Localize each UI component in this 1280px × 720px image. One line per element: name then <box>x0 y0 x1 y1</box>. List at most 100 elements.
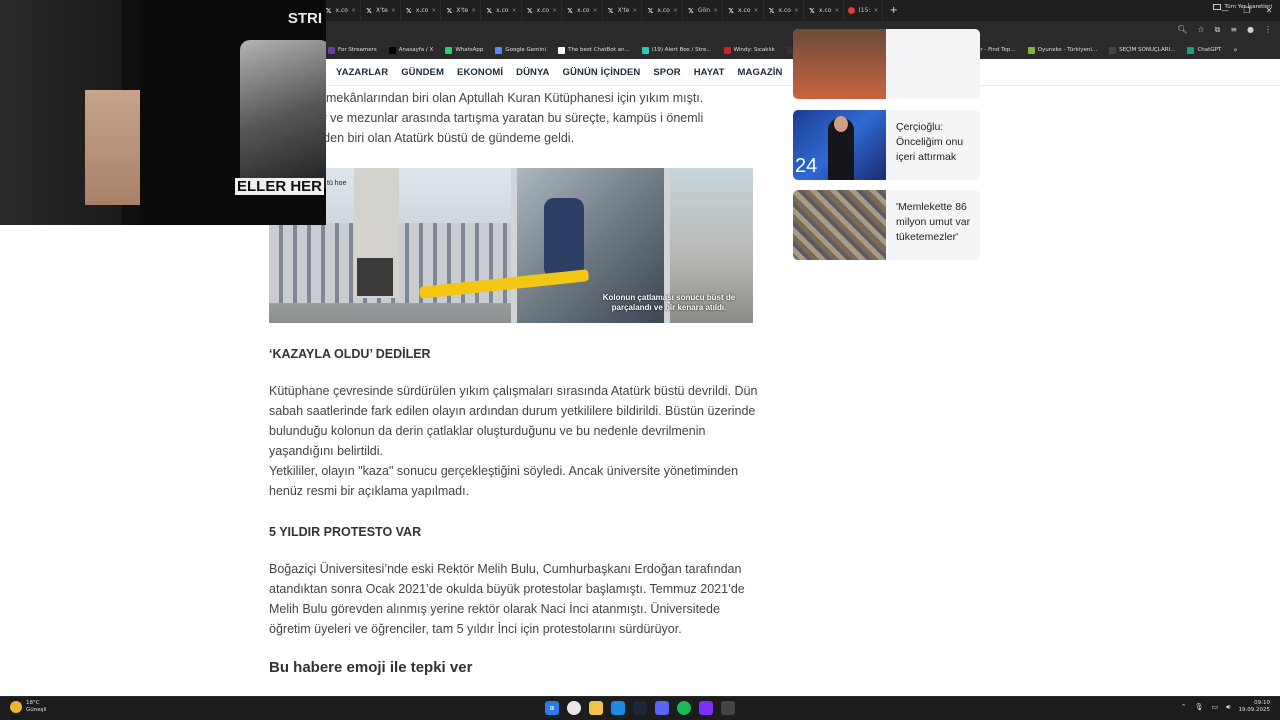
bookmark-favicon-icon <box>445 46 453 54</box>
close-tab-icon[interactable]: × <box>753 7 758 14</box>
sidebar-news-card[interactable]: 'Memlekette 86 milyon umut var tüketemez… <box>793 190 980 260</box>
browser-tab[interactable]: 𝕏x.co× <box>642 0 683 21</box>
close-tab-icon[interactable]: × <box>713 7 718 14</box>
close-tab-icon[interactable]: × <box>834 7 839 14</box>
browser-tab[interactable]: 𝕏x.co× <box>321 0 362 21</box>
bookmark-label: Anasayfa / X <box>398 47 434 53</box>
nav-item[interactable]: EKONOMİ <box>457 67 503 78</box>
bookmark-favicon-icon <box>328 46 335 54</box>
recording-app-icon[interactable] <box>721 701 735 715</box>
close-tab-icon[interactable]: × <box>431 7 436 14</box>
profile-icon[interactable]: ● <box>1247 25 1254 35</box>
browser-tab[interactable]: 𝕏x.co× <box>804 0 845 21</box>
nav-item[interactable]: GÜNÜN İÇİNDEN <box>563 67 641 78</box>
tab-label: X'te <box>376 7 388 14</box>
bookmark-label: Windy: Sıcaklık <box>733 47 775 53</box>
browser-tab[interactable]: 𝕏x.co× <box>481 0 522 21</box>
star-icon[interactable]: ☆ <box>1197 25 1204 35</box>
browser-tab[interactable]: 𝕏x.co× <box>723 0 764 21</box>
extensions-icon[interactable]: ⧉ <box>1215 25 1221 35</box>
tab-label: x.co <box>818 7 832 14</box>
chevron-up-icon[interactable]: ⌃ <box>1181 703 1187 711</box>
webcam-overlay: STRI ELLER HER <box>0 0 326 225</box>
browser-tab[interactable]: 𝕏 X'te × <box>441 0 482 21</box>
zoom-icon[interactable]: 🔍︎ <box>1177 25 1187 35</box>
bookmark-favicon-icon <box>495 46 503 54</box>
clock[interactable]: 09:10 19.09.2025 <box>1239 700 1271 714</box>
close-tab-icon[interactable]: × <box>873 7 878 14</box>
channel-logo: 24 <box>795 155 818 177</box>
menu-icon[interactable]: ⋮ <box>1264 25 1272 35</box>
close-tab-icon[interactable]: × <box>512 7 517 14</box>
bookmark-item[interactable]: ChatGPT <box>1187 46 1221 54</box>
nav-item[interactable]: SPOR <box>653 67 680 78</box>
bookmark-item[interactable]: Anasayfa / X <box>388 46 434 54</box>
article-body: nin simge mekânlarından biri olan Aptull… <box>269 86 759 676</box>
browser-tab[interactable]: 𝕏Gön× <box>683 0 724 21</box>
start-icon[interactable]: ⊞ <box>545 701 559 715</box>
nav-item[interactable]: MAGAZİN <box>737 67 782 78</box>
close-tab-icon[interactable]: × <box>471 7 476 14</box>
nav-item[interactable]: GÜNDEM <box>401 67 444 78</box>
discord-icon[interactable] <box>655 701 669 715</box>
browser-tab[interactable]: (15: × <box>844 0 884 21</box>
bookmark-favicon-icon <box>1187 46 1195 54</box>
nav-item[interactable]: YAZARLAR <box>336 67 388 78</box>
display-icon[interactable]: ▭ <box>1211 703 1218 711</box>
nav-item[interactable]: HAYAT <box>694 67 725 78</box>
news-thumbnail <box>793 190 886 260</box>
bookmark-item[interactable]: Google Gemini <box>495 46 546 54</box>
sidebar-news-card[interactable]: 24 Çerçioğlu: Önceliğim onu içeri attırm… <box>793 110 980 180</box>
nav-item[interactable]: DÜNYA <box>516 67 549 78</box>
bookmark-item[interactable]: WhatsApp <box>445 46 483 54</box>
bookmark-item[interactable]: Windy: Sıcaklık <box>723 46 775 54</box>
x-logo-icon: 𝕏 <box>446 6 453 15</box>
close-tab-icon[interactable]: × <box>391 7 396 14</box>
browser-tab[interactable]: 𝕏 X'te × <box>603 0 643 21</box>
article-paragraph-3: Boğaziçi Üniversitesi’nde eski Rektör Me… <box>269 562 745 636</box>
browser-tab[interactable]: 𝕏x.co× <box>401 0 442 21</box>
new-tab-button[interactable]: + <box>883 0 903 21</box>
edge-icon[interactable] <box>611 701 625 715</box>
browser-tab[interactable]: 𝕏x.co× <box>562 0 603 21</box>
bookmark-item[interactable]: The best ChatBot an... <box>558 46 630 54</box>
close-tab-icon[interactable]: × <box>351 7 356 14</box>
windows-taskbar: 18°C Güneşli ⊞ ⌃ 🎙︎ ▭ 🔊︎ 09:10 19.09.202… <box>0 696 1280 720</box>
spotify-icon[interactable] <box>677 701 691 715</box>
chrome-icon[interactable] <box>567 701 581 715</box>
all-bookmarks-button[interactable]: Tüm Yer İşaretleri <box>1212 4 1272 10</box>
bookmark-item[interactable]: (19) Alert Box / Stre... <box>641 46 712 54</box>
article-paragraph-2: Yetkililer, olayın "kaza" sonucu gerçekl… <box>269 464 739 498</box>
x-logo-icon: 𝕏 <box>688 6 694 15</box>
news-thumbnail <box>793 29 886 99</box>
browser-tab[interactable]: 𝕏x.co× <box>522 0 563 21</box>
close-tab-icon[interactable]: × <box>593 7 598 14</box>
steam-icon[interactable] <box>633 701 647 715</box>
bookmark-item[interactable]: SEÇİM SONUÇLARI... <box>1109 46 1175 54</box>
sidebar-news-card[interactable] <box>793 29 980 99</box>
mic-icon[interactable]: 🎙︎ <box>1195 703 1204 711</box>
bookmarks-overflow-button[interactable]: » <box>1233 46 1237 54</box>
tab-label: X'te <box>617 7 630 14</box>
weather-widget[interactable]: 18°C Güneşli <box>10 700 47 714</box>
file-explorer-icon[interactable] <box>589 701 603 715</box>
bookmark-item[interactable]: For Streamers <box>328 46 377 54</box>
close-tab-icon[interactable]: × <box>673 7 678 14</box>
volume-icon[interactable]: 🔊︎ <box>1226 703 1230 712</box>
close-tab-icon[interactable]: × <box>632 7 637 14</box>
app-icon[interactable] <box>699 701 713 715</box>
tab-label: x.co <box>415 7 429 14</box>
tab-label: x.co <box>577 7 590 14</box>
tab-label: Gön <box>697 7 711 14</box>
media-icon[interactable]: ≡ <box>1230 25 1237 35</box>
browser-tab[interactable]: 𝕏x.co× <box>764 0 804 21</box>
bookmark-item[interactable]: Oyuneks - Türkiyeni... <box>1027 46 1097 54</box>
close-tab-icon[interactable]: × <box>552 7 557 14</box>
webcam-shirt-print <box>240 40 326 190</box>
all-bookmarks-label: Tüm Yer İşaretleri <box>1224 4 1272 10</box>
address-bar-icons: 🔍︎ ☆ ⧉ ≡ ● ⋮ <box>1177 25 1272 35</box>
youtube-icon <box>848 7 856 14</box>
browser-tab[interactable]: 𝕏 X'te × <box>361 0 401 21</box>
close-tab-icon[interactable]: × <box>794 7 799 14</box>
bookmark-favicon-icon <box>641 46 649 54</box>
